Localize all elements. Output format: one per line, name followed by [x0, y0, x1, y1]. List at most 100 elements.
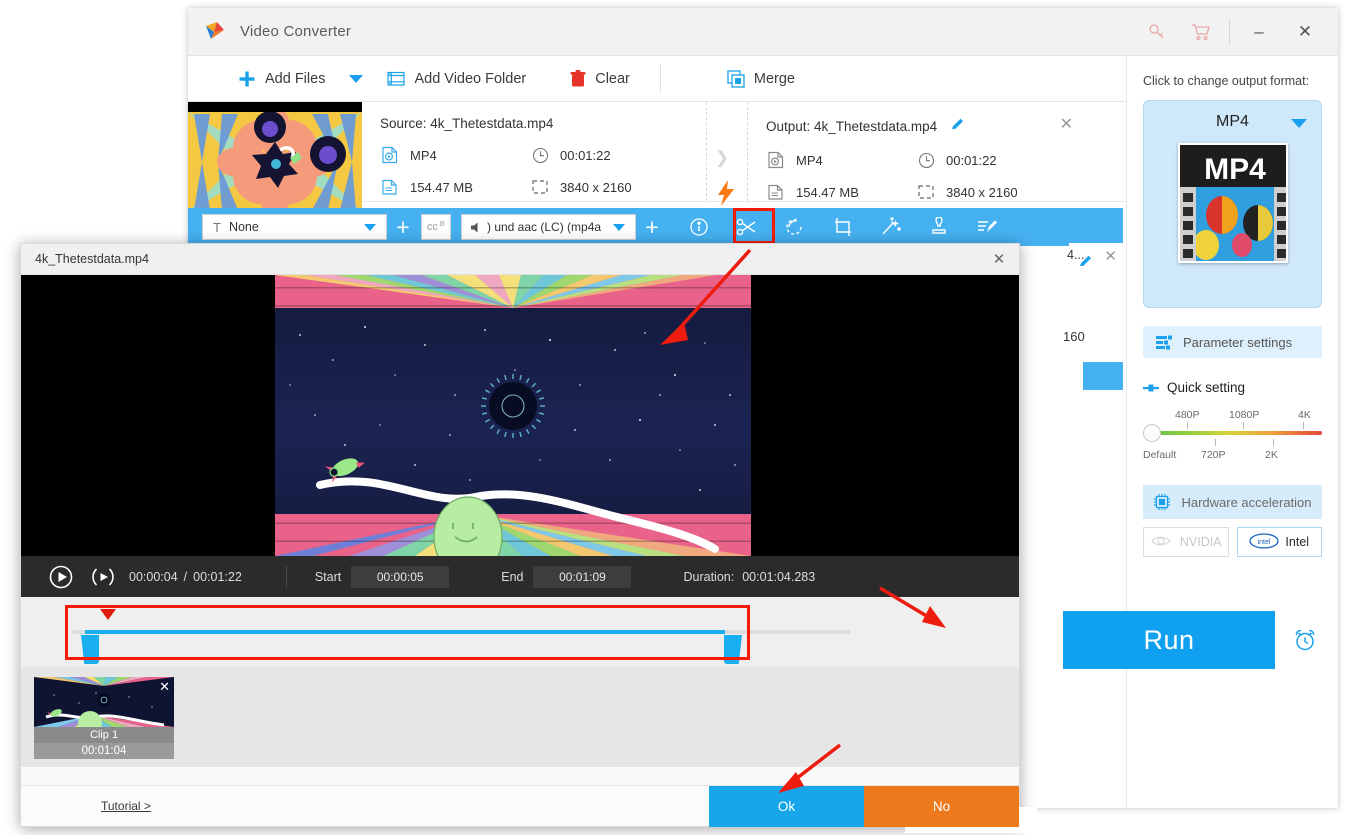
- crop-icon[interactable]: [826, 212, 860, 242]
- info-icon[interactable]: [682, 212, 716, 242]
- resolution-icon: [916, 182, 936, 202]
- video-preview[interactable]: [21, 275, 1019, 556]
- clips-list: ✕ Clip 1 00:01:04: [21, 667, 1019, 767]
- dialog-close-button[interactable]: ✕: [979, 244, 1019, 275]
- pencil-icon[interactable]: [1063, 253, 1094, 275]
- quality-tick-4k: 4K: [1298, 409, 1311, 421]
- output-duration: 00:01:22: [916, 150, 1087, 170]
- merge-button[interactable]: Merge: [717, 56, 805, 102]
- quality-slider-knob[interactable]: [1143, 424, 1161, 442]
- format-preview-thumbnail: MP4: [1177, 143, 1288, 263]
- start-time-input[interactable]: 00:00:05: [351, 565, 450, 588]
- speaker-icon: [470, 221, 485, 234]
- svg-text:intel: intel: [1258, 539, 1271, 546]
- sliders-icon: [1155, 334, 1173, 350]
- subtitle-select-value: None: [228, 220, 259, 234]
- watermark-stamp-icon[interactable]: [922, 212, 956, 242]
- add-audio-button[interactable]: +: [636, 214, 668, 240]
- add-files-label: Add Files: [265, 70, 326, 87]
- audio-track-select[interactable]: ) und aac (LC) (mp4a: [461, 214, 636, 240]
- subtitle-edit-icon[interactable]: [970, 212, 1004, 242]
- clip-duration: 00:01:04: [34, 743, 174, 759]
- quality-slider-track[interactable]: [1151, 431, 1322, 435]
- key-icon[interactable]: [1135, 8, 1179, 56]
- trim-timeline: [21, 597, 1019, 667]
- parameter-settings-button[interactable]: Parameter settings: [1143, 326, 1322, 358]
- clip-edit-toolbar: T None + cc ⚙ ) und aac (LC) (mp4a +: [188, 208, 1123, 246]
- source-size-value: 154.47 MB: [410, 179, 473, 195]
- partial-close-button[interactable]: ✕: [1104, 247, 1117, 265]
- source-filename: Source: 4k_Thetestdata.mp4: [380, 116, 554, 131]
- quality-tick-480p: 480P: [1175, 409, 1200, 421]
- clip-item[interactable]: ✕ Clip 1 00:01:04: [34, 677, 174, 759]
- file-format-icon: [766, 150, 786, 170]
- merge-icon: [727, 69, 745, 88]
- edit-bar-strip-right: [1083, 362, 1123, 390]
- gear-icon: ⚙: [438, 221, 446, 228]
- titlebar-divider: [1229, 19, 1230, 45]
- chevron-down-icon[interactable]: [613, 223, 625, 231]
- quality-slider[interactable]: 480P 1080P 4K Default 720P 2K: [1143, 409, 1322, 471]
- tick-mark: [1303, 422, 1304, 429]
- current-time: 00:00:04: [129, 569, 178, 584]
- add-video-folder-button[interactable]: Add Video Folder: [377, 56, 536, 102]
- gpu-nvidia-button[interactable]: NVIDIA: [1143, 527, 1229, 557]
- rotate-icon[interactable]: [778, 212, 812, 242]
- gpu-options: NVIDIA intel Intel: [1143, 527, 1322, 557]
- gpu-intel-button[interactable]: intel Intel: [1236, 527, 1322, 557]
- minimize-button[interactable]: –: [1236, 8, 1282, 56]
- source-resolution: 3840 x 2160: [530, 177, 706, 197]
- file-format-icon: [380, 145, 400, 165]
- tutorial-link[interactable]: Tutorial >: [101, 799, 151, 813]
- no-button[interactable]: No: [864, 786, 1019, 827]
- alarm-clock-icon[interactable]: [1275, 611, 1335, 669]
- cc-label: cc: [426, 221, 438, 233]
- next-frame-icon[interactable]: [89, 563, 117, 591]
- chevron-right-icon: ❯: [715, 148, 730, 167]
- subtitle-select[interactable]: T None: [202, 214, 387, 240]
- output-size-value: 154.47 MB: [796, 184, 859, 200]
- clip-remove-button[interactable]: ✕: [159, 679, 170, 695]
- clear-label: Clear: [595, 70, 630, 87]
- video-thumbnail: [188, 102, 362, 222]
- output-resolution: 3840 x 2160: [916, 182, 1087, 202]
- pencil-icon[interactable]: [949, 116, 966, 136]
- play-circle-icon[interactable]: [47, 563, 75, 591]
- output-filename-text: Output: 4k_Thetestdata.mp4: [766, 118, 938, 134]
- cart-icon[interactable]: [1179, 8, 1223, 56]
- clock-icon: [916, 150, 936, 170]
- source-resolution-value: 3840 x 2160: [560, 179, 632, 195]
- add-files-dropdown[interactable]: [335, 56, 377, 102]
- remove-file-button[interactable]: ✕: [1060, 114, 1073, 134]
- run-button[interactable]: Run: [1063, 611, 1275, 669]
- gpu-nvidia-label: NVIDIA: [1179, 535, 1222, 549]
- gpu-intel-label: Intel: [1285, 535, 1310, 549]
- chevron-down-icon[interactable]: [1291, 119, 1307, 128]
- clear-button[interactable]: Clear: [560, 56, 640, 102]
- video-folder-icon: [387, 71, 406, 86]
- cc-button[interactable]: cc ⚙: [421, 214, 451, 240]
- app-logo-icon: [202, 19, 228, 45]
- add-files-button[interactable]: Add Files: [228, 56, 335, 102]
- output-size: 154.47 MB: [766, 182, 916, 202]
- app-titlebar: Video Converter – ✕: [188, 8, 1338, 56]
- quality-tick-2k: 2K: [1265, 449, 1278, 461]
- clip-name: Clip 1: [34, 727, 174, 743]
- effect-wand-icon[interactable]: [874, 212, 908, 242]
- duration-label: Duration:: [683, 569, 735, 584]
- subtitle-icon: T: [213, 219, 221, 235]
- end-time-input[interactable]: 00:01:09: [533, 565, 632, 588]
- output-format-selector[interactable]: MP4 MP4: [1143, 100, 1322, 308]
- source-duration-value: 00:01:22: [560, 147, 611, 163]
- close-button[interactable]: ✕: [1282, 8, 1328, 56]
- add-subtitle-button[interactable]: +: [387, 214, 419, 240]
- audio-track-value: ) und aac (LC) (mp4a: [487, 220, 602, 234]
- plus-icon: [239, 71, 255, 86]
- quality-tick-default: Default: [1143, 449, 1177, 461]
- chevron-down-icon[interactable]: [364, 223, 376, 231]
- hardware-acceleration-button[interactable]: Hardware acceleration: [1143, 485, 1322, 519]
- trim-dialog: 4k_Thetestdata.mp4 ✕ 00:00:04 / 00:01:22…: [20, 243, 1037, 833]
- ok-button[interactable]: Ok: [709, 786, 864, 827]
- partial-resolution: 160: [1063, 329, 1085, 344]
- tick-mark: [1243, 422, 1244, 429]
